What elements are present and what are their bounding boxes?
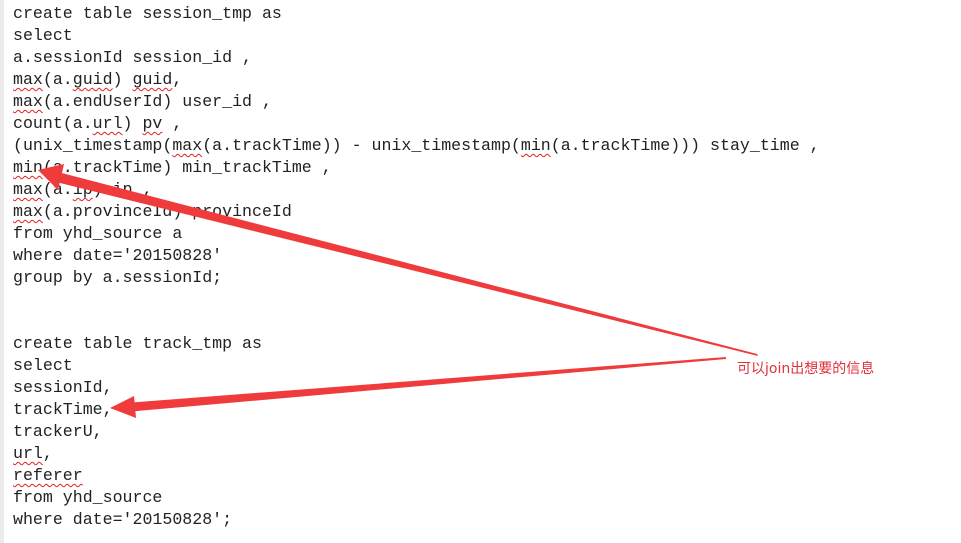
arrow-to-tracktime: [125, 357, 726, 412]
annotation-arrows: [38, 164, 758, 418]
arrow-head-1: [38, 164, 64, 190]
annotation-note: 可以join出想要的信息: [737, 361, 875, 377]
arrow-head-2: [110, 396, 136, 418]
arrow-to-min-tracktime: [52, 171, 758, 356]
